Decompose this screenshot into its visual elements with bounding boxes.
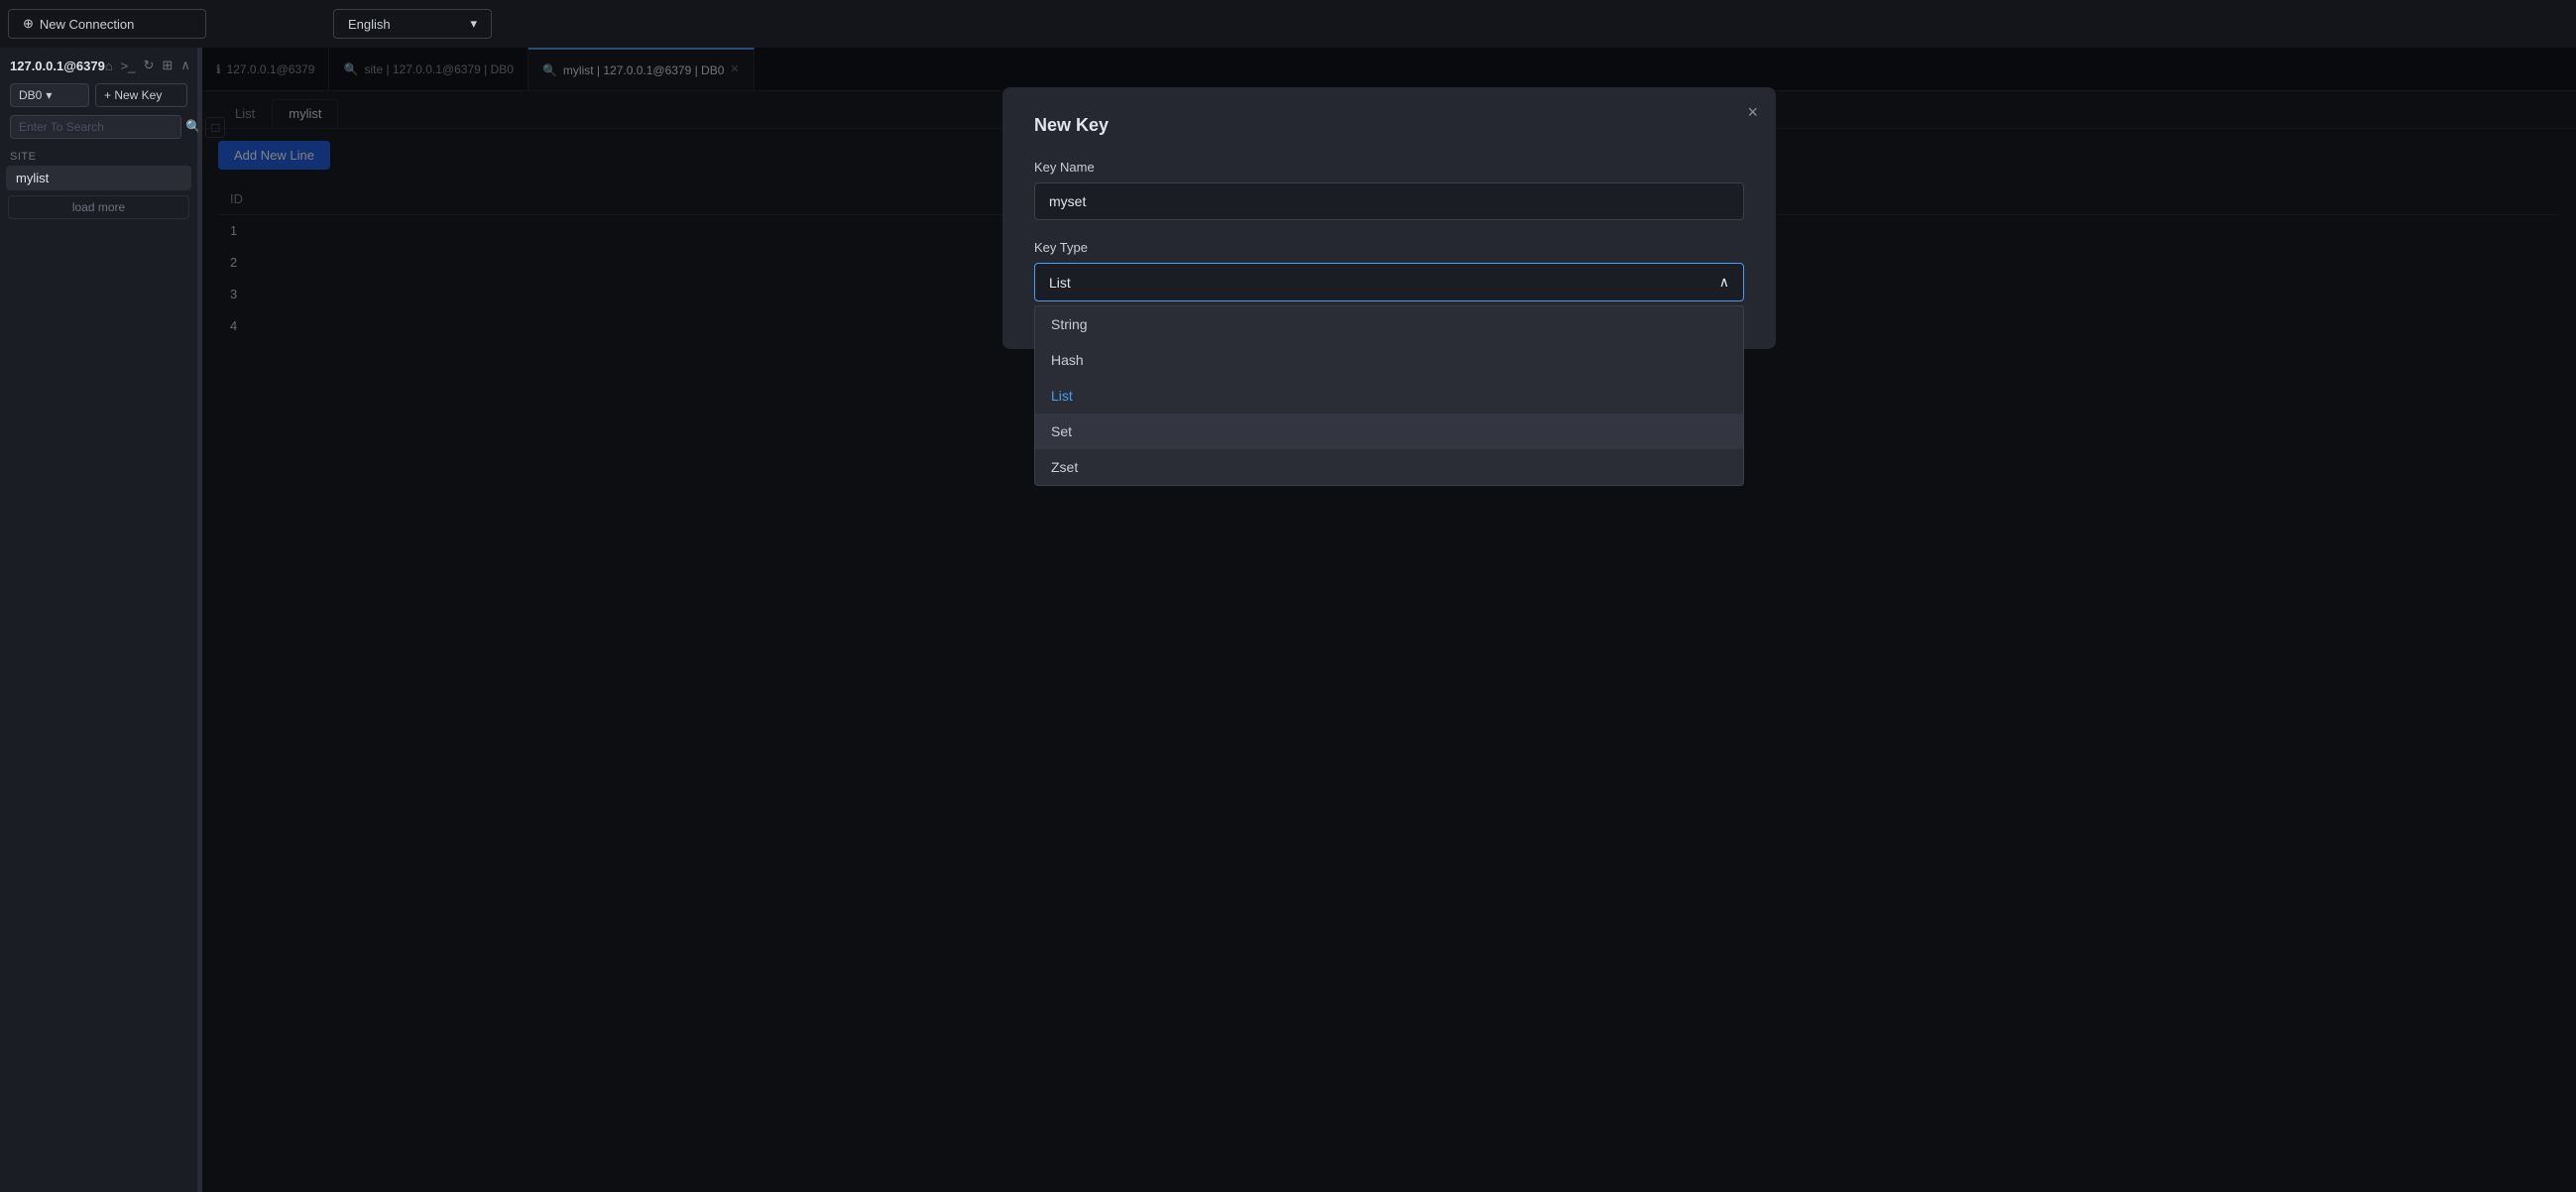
key-type-option-string[interactable]: String <box>1035 306 1743 342</box>
sidebar-item-label: mylist <box>16 171 49 185</box>
new-key-label: + New Key <box>104 88 162 102</box>
search-row: 🔍 □ <box>0 111 197 143</box>
key-name-group: Key Name <box>1034 160 1744 220</box>
db-chevron-icon: ▾ <box>46 88 52 102</box>
collapse-icon[interactable]: ∧ <box>180 58 190 73</box>
new-connection-label: New Connection <box>40 17 134 32</box>
db-select[interactable]: DB0 ▾ <box>10 83 89 107</box>
db-selected-label: DB0 <box>19 88 42 102</box>
new-key-modal: × New Key Key Name Key Type List ∧ <box>1002 87 1776 349</box>
key-type-option-zset[interactable]: Zset <box>1035 449 1743 485</box>
sidebar-icons: ⌂ >_ ↻ ⊞ ∧ <box>105 58 190 73</box>
new-connection-button[interactable]: ⊕ New Connection <box>8 9 206 39</box>
new-key-button[interactable]: + New Key <box>95 83 187 107</box>
refresh-icon[interactable]: ↻ <box>144 58 155 73</box>
key-type-group: Key Type List ∧ String Hash <box>1034 240 1744 301</box>
chevron-down-icon: ▾ <box>470 16 477 32</box>
key-name-label: Key Name <box>1034 160 1744 175</box>
modal-overlay: × New Key Key Name Key Type List ∧ <box>202 48 2576 1192</box>
modal-close-button[interactable]: × <box>1747 103 1758 121</box>
content-area: ℹ 127.0.0.1@6379 🔍 site | 127.0.0.1@6379… <box>202 48 2576 1192</box>
key-name-input[interactable] <box>1034 182 1744 220</box>
chevron-up-icon: ∧ <box>1719 274 1729 291</box>
key-type-selector: List ∧ String Hash List <box>1034 263 1744 301</box>
search-input[interactable] <box>10 115 181 139</box>
main-layout: 127.0.0.1@6379 ⌂ >_ ↻ ⊞ ∧ DB0 ▾ + New Ke… <box>0 48 2576 1192</box>
key-type-dropdown: String Hash List Set <box>1034 305 1744 486</box>
plus-circle-icon: ⊕ <box>23 16 34 32</box>
sidebar-header: 127.0.0.1@6379 ⌂ >_ ↻ ⊞ ∧ <box>0 48 197 79</box>
sidebar: 127.0.0.1@6379 ⌂ >_ ↻ ⊞ ∧ DB0 ▾ + New Ke… <box>0 48 198 1192</box>
key-type-selected-label: List <box>1049 275 1071 291</box>
terminal-icon[interactable]: >_ <box>121 59 136 73</box>
load-more-button[interactable]: load more <box>8 195 189 219</box>
language-label: English <box>348 17 391 32</box>
key-type-option-hash[interactable]: Hash <box>1035 342 1743 378</box>
connection-label: 127.0.0.1@6379 <box>10 59 105 73</box>
key-type-dropdown-trigger[interactable]: List ∧ <box>1034 263 1744 301</box>
modal-title: New Key <box>1034 115 1744 136</box>
top-bar: ⊕ New Connection English ▾ <box>0 0 2576 48</box>
sidebar-db-row: DB0 ▾ + New Key <box>0 79 197 111</box>
key-type-label: Key Type <box>1034 240 1744 255</box>
grid-icon[interactable]: ⊞ <box>162 58 173 73</box>
sidebar-item-mylist[interactable]: mylist <box>6 166 191 190</box>
key-type-option-set[interactable]: Set <box>1035 414 1743 449</box>
home-icon[interactable]: ⌂ <box>105 59 113 73</box>
sidebar-group-label: site <box>0 143 197 165</box>
language-selector[interactable]: English ▾ <box>333 9 492 39</box>
key-type-option-list[interactable]: List <box>1035 378 1743 414</box>
